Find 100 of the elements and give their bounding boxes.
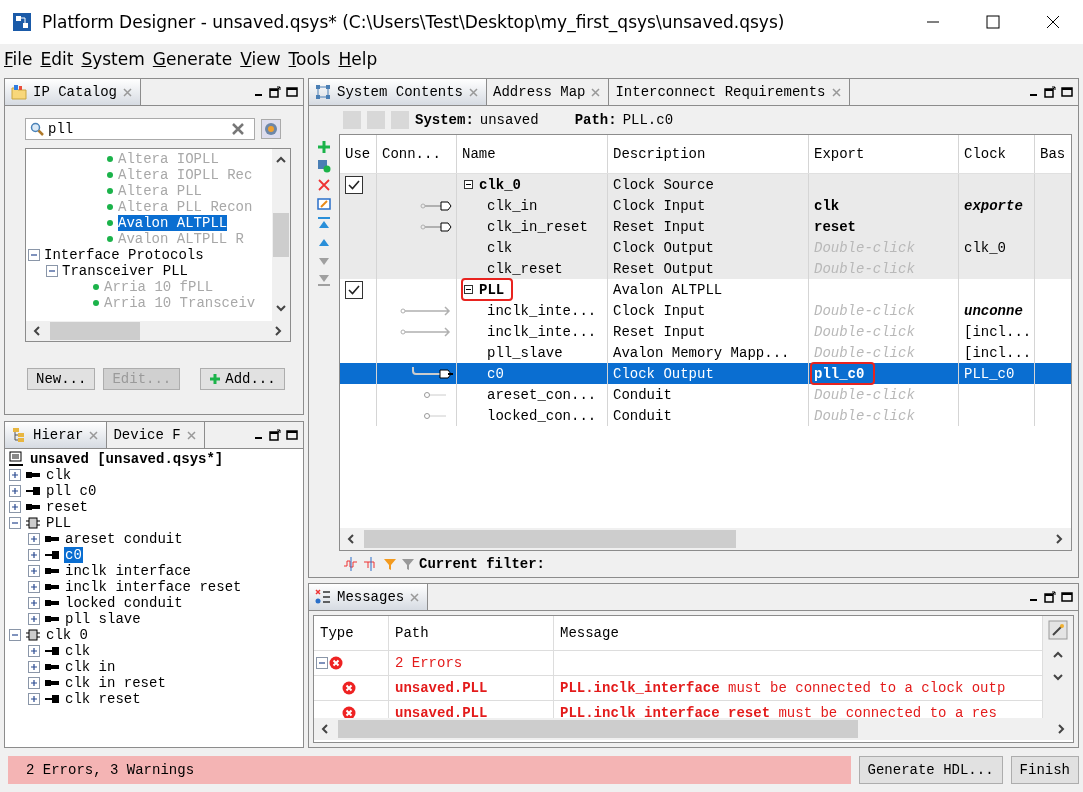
footer-button[interactable]: Finish	[1010, 756, 1079, 784]
module-name[interactable]: PLL	[479, 281, 505, 298]
export-cell[interactable]: pll_c0	[811, 363, 875, 384]
settings-icon[interactable]	[1048, 620, 1068, 640]
scroll-right-button[interactable]	[272, 325, 284, 337]
maximize-icon[interactable]	[286, 429, 298, 441]
edit-icon[interactable]	[317, 197, 331, 211]
menu-item[interactable]: File	[4, 49, 33, 69]
expand-icon[interactable]	[28, 661, 40, 673]
maximize-icon[interactable]	[1061, 86, 1073, 98]
panel-tab[interactable]: Messages	[309, 584, 429, 610]
restore-icon[interactable]	[269, 86, 281, 98]
tree-item[interactable]: inclk interface reset	[64, 579, 243, 595]
restore-icon[interactable]	[1044, 591, 1056, 603]
menu-item[interactable]: Edit	[40, 49, 74, 69]
search-field[interactable]: pll	[25, 118, 255, 140]
column-header[interactable]: Type	[314, 616, 389, 650]
column-header[interactable]: Export	[809, 135, 959, 173]
expand-icon[interactable]	[9, 469, 21, 481]
catalog-button[interactable]: New...	[27, 368, 96, 390]
export-cell[interactable]: clk	[811, 195, 850, 216]
maximize-icon[interactable]	[286, 86, 298, 98]
tree-item[interactable]: c0	[64, 547, 83, 563]
expand-icon[interactable]	[28, 565, 40, 577]
scrollbar-thumb[interactable]	[338, 720, 858, 738]
panel-tab[interactable]: System Contents	[309, 79, 488, 105]
column-header[interactable]: Path	[389, 616, 554, 650]
maximize-icon[interactable]	[1061, 591, 1073, 603]
table-row[interactable]: clk_in_reset Reset Input reset	[340, 216, 1071, 237]
expand-icon[interactable]	[28, 613, 40, 625]
expand-icon[interactable]	[28, 677, 40, 689]
add-system-icon[interactable]	[317, 159, 331, 173]
column-header[interactable]: Conn...	[377, 135, 457, 173]
column-header[interactable]: Clock	[959, 135, 1035, 173]
module-name[interactable]: clk_0	[479, 176, 521, 193]
tree-item[interactable]: locked conduit	[64, 595, 184, 611]
plus-icon	[209, 373, 222, 385]
checkbox[interactable]	[345, 280, 363, 299]
search-input[interactable]: pll	[48, 121, 228, 137]
menu-item[interactable]: Tools	[288, 49, 331, 69]
menu-item[interactable]: Help	[338, 49, 378, 69]
expand-icon[interactable]	[9, 501, 21, 513]
move-top-icon[interactable]	[317, 216, 331, 230]
expand-icon[interactable]	[28, 549, 40, 561]
messages-icon	[315, 589, 331, 605]
expand-icon[interactable]	[9, 485, 21, 497]
table-row[interactable]: c0 Clock Output pll_c0 PLL_c0	[340, 363, 1071, 384]
menu-item[interactable]: Generate	[152, 49, 233, 69]
catalog-button[interactable]: Add...	[200, 368, 285, 390]
tree-item[interactable]: reset	[45, 499, 89, 515]
tree-item[interactable]: clk in	[64, 659, 117, 675]
column-header[interactable]: Use	[340, 135, 377, 173]
close-icon[interactable]	[1046, 15, 1060, 29]
settings-icon[interactable]	[261, 119, 281, 139]
scroll-right-button[interactable]	[1053, 533, 1065, 545]
menu-item[interactable]: View	[240, 49, 281, 69]
expand-icon[interactable]	[28, 581, 40, 593]
panel-tab[interactable]: IP Catalog	[5, 79, 141, 105]
message-group[interactable]: 2 Errors	[395, 655, 463, 671]
restore-icon[interactable]	[1044, 86, 1056, 98]
tree-item[interactable]: clk in reset	[64, 675, 167, 691]
tree-item[interactable]: unsaved [unsaved.qsys*]	[30, 451, 224, 467]
expand-icon[interactable]	[28, 533, 40, 545]
column-header[interactable]: Bas	[1035, 135, 1071, 173]
menu-item[interactable]: System	[81, 49, 145, 69]
tree-item[interactable]: inclk interface	[64, 563, 193, 579]
checkbox[interactable]	[345, 175, 363, 194]
tree-item[interactable]: clk 0	[45, 627, 89, 643]
tree-item[interactable]: clk	[64, 643, 92, 659]
tree-item[interactable]: clk reset	[64, 691, 142, 707]
tree-item[interactable]: pll c0	[45, 483, 98, 499]
table-row[interactable]: clk_in Clock Input clk exporte	[340, 195, 1071, 216]
tree-item[interactable]: clk	[45, 467, 73, 483]
expand-icon[interactable]	[28, 597, 40, 609]
export-cell[interactable]: reset	[811, 216, 866, 237]
scrollbar-thumb[interactable]	[364, 530, 736, 548]
input-port-icon	[45, 598, 59, 608]
scroll-right-button[interactable]	[1055, 723, 1067, 735]
expand-icon[interactable]	[28, 645, 40, 657]
tree-item[interactable]: areset conduit	[64, 531, 184, 547]
column-header[interactable]: Description	[608, 135, 809, 173]
ip-item[interactable]: Avalon ALTPLL	[118, 215, 228, 231]
expand-icon[interactable]	[28, 693, 40, 705]
tree-item[interactable]: PLL	[45, 515, 73, 531]
column-header[interactable]: Name	[457, 135, 608, 173]
signal-filter-icon[interactable]	[343, 556, 359, 572]
tree-folder[interactable]: Transceiver PLL	[62, 263, 189, 279]
window-title: Platform Designer - unsaved.qsys* (C:\Users\Test\Desktop\my_first_qsys\unsaved.qsys)	[42, 12, 786, 32]
tree-folder[interactable]: Interface Protocols	[44, 247, 204, 263]
status-dot-icon	[106, 235, 114, 243]
collapse-icon[interactable]	[464, 180, 473, 189]
collapse-icon[interactable]	[464, 285, 473, 294]
clear-icon[interactable]	[232, 123, 244, 135]
remove-icon[interactable]	[317, 178, 331, 192]
scrollbar-thumb[interactable]	[50, 322, 140, 340]
panel-tab[interactable]: Hierar	[5, 422, 108, 448]
footer-button[interactable]: Generate HDL...	[858, 756, 1003, 784]
scrollbar-thumb[interactable]	[273, 213, 289, 257]
tree-item[interactable]: pll slave	[64, 611, 142, 627]
restore-icon[interactable]	[269, 429, 281, 441]
